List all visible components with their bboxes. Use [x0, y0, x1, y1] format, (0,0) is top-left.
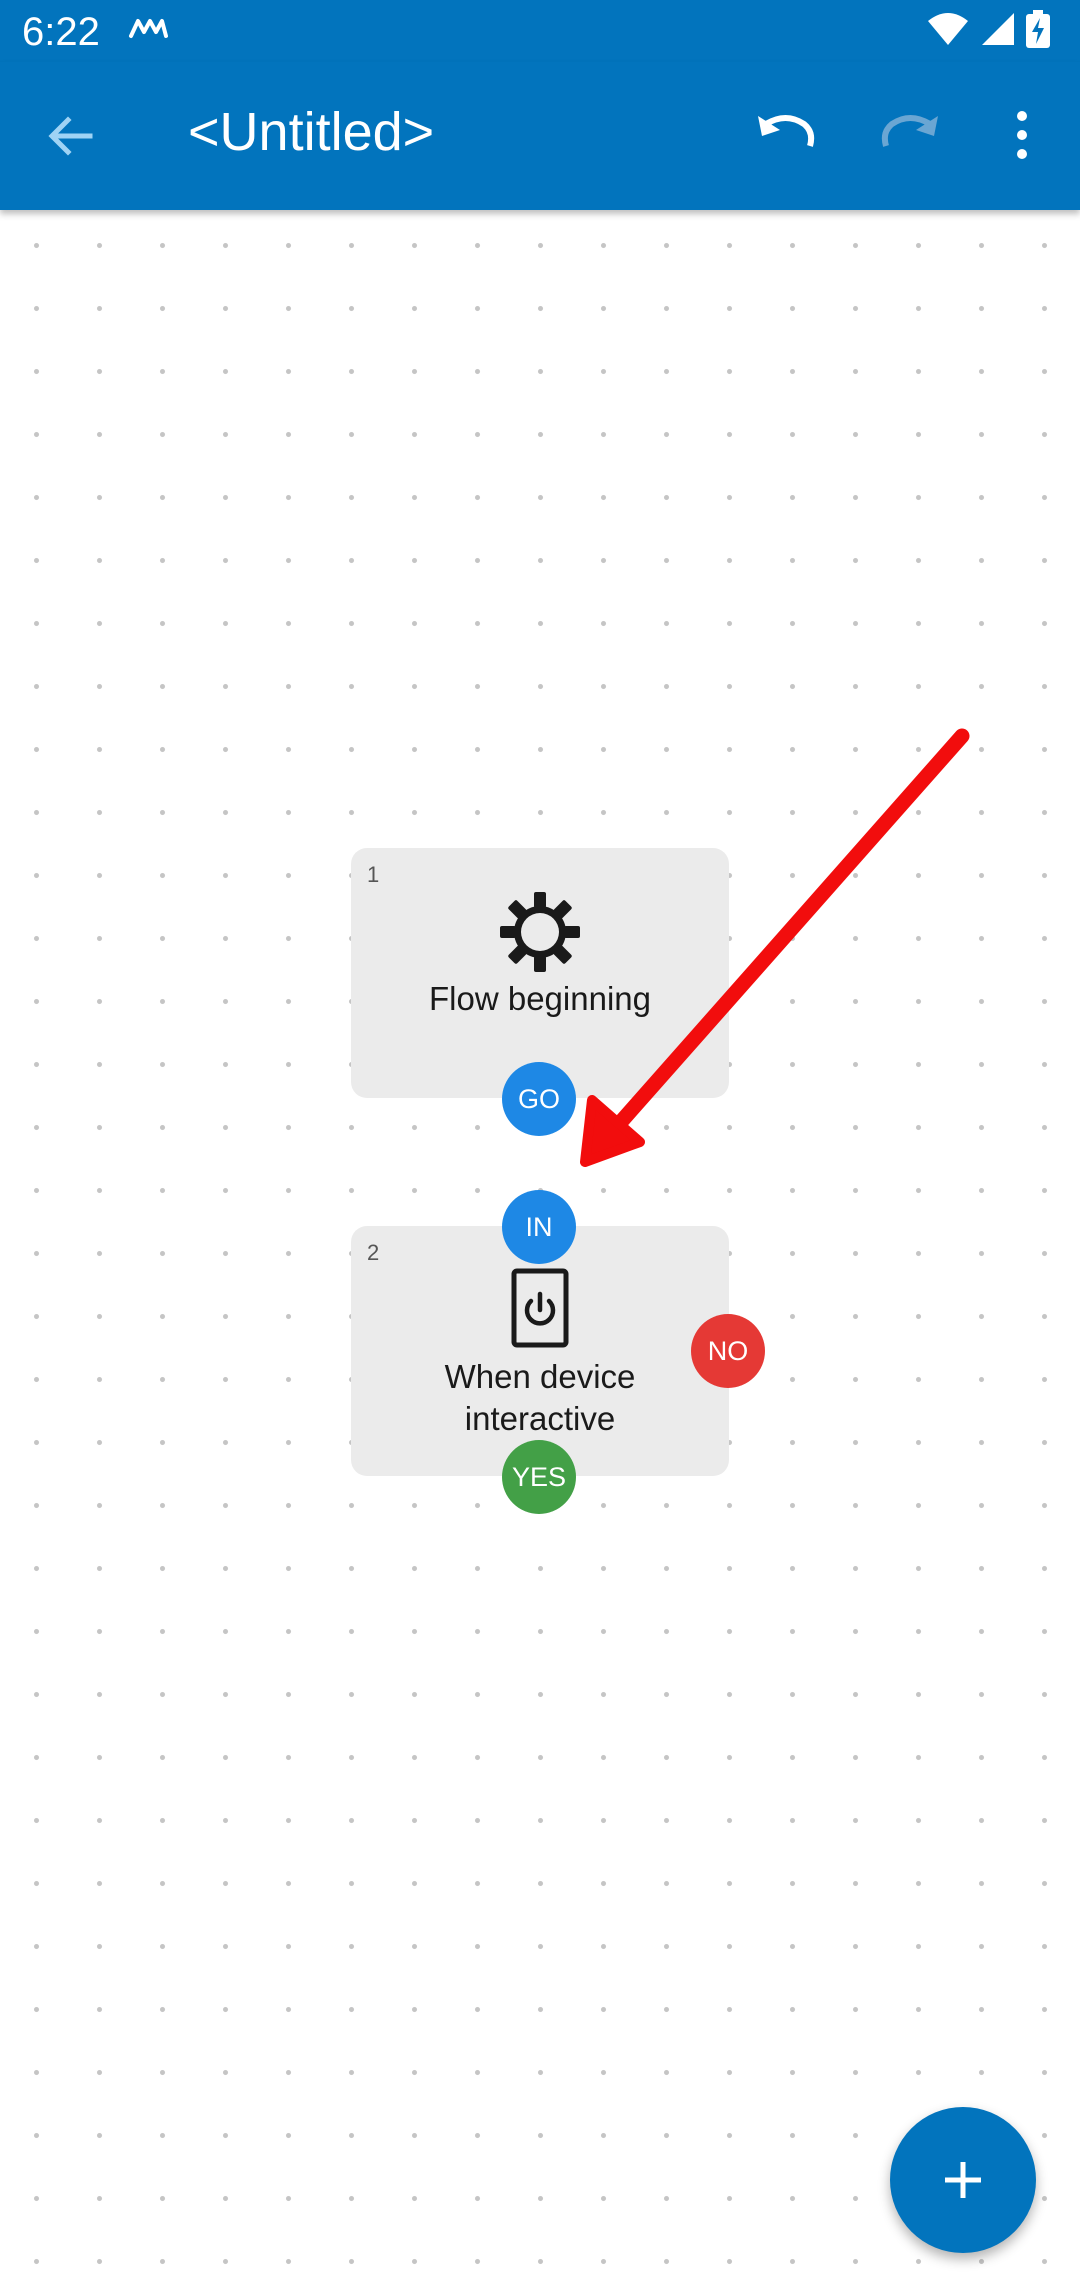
node-number: 1	[367, 862, 380, 887]
undo-icon[interactable]	[750, 100, 820, 170]
page-title: <Untitled>	[188, 102, 435, 162]
add-node-button[interactable]	[890, 2107, 1036, 2253]
plus-icon	[945, 2162, 981, 2198]
node-label-line: interactive	[464, 1400, 616, 1437]
node-label-line: When device	[444, 1358, 636, 1395]
back-arrow-icon[interactable]	[40, 104, 104, 168]
status-bar: 6:22	[0, 0, 1080, 62]
battery-charging-icon	[1026, 10, 1050, 48]
port-in[interactable]: IN	[502, 1190, 576, 1264]
port-yes[interactable]: YES	[502, 1440, 576, 1514]
node-label: Flow beginning	[429, 980, 651, 1017]
status-icons	[926, 10, 1050, 48]
port-go[interactable]: GO	[502, 1062, 576, 1136]
gear-icon	[500, 892, 580, 972]
port-no[interactable]: NO	[691, 1314, 765, 1388]
node-label: When device interactive	[351, 1356, 729, 1440]
wifi-icon	[928, 13, 968, 45]
power-device-icon	[511, 1268, 569, 1348]
more-vert-icon[interactable]	[1000, 100, 1044, 170]
flow-node-beginning[interactable]: 1 Flow beginning	[351, 848, 729, 1098]
app-notification-icon	[129, 19, 168, 38]
node-number: 2	[367, 1240, 380, 1265]
app-bar: <Untitled>	[0, 62, 1080, 210]
redo-icon[interactable]	[876, 100, 946, 170]
status-time: 6:22	[22, 10, 100, 54]
signal-icon	[982, 13, 1014, 45]
